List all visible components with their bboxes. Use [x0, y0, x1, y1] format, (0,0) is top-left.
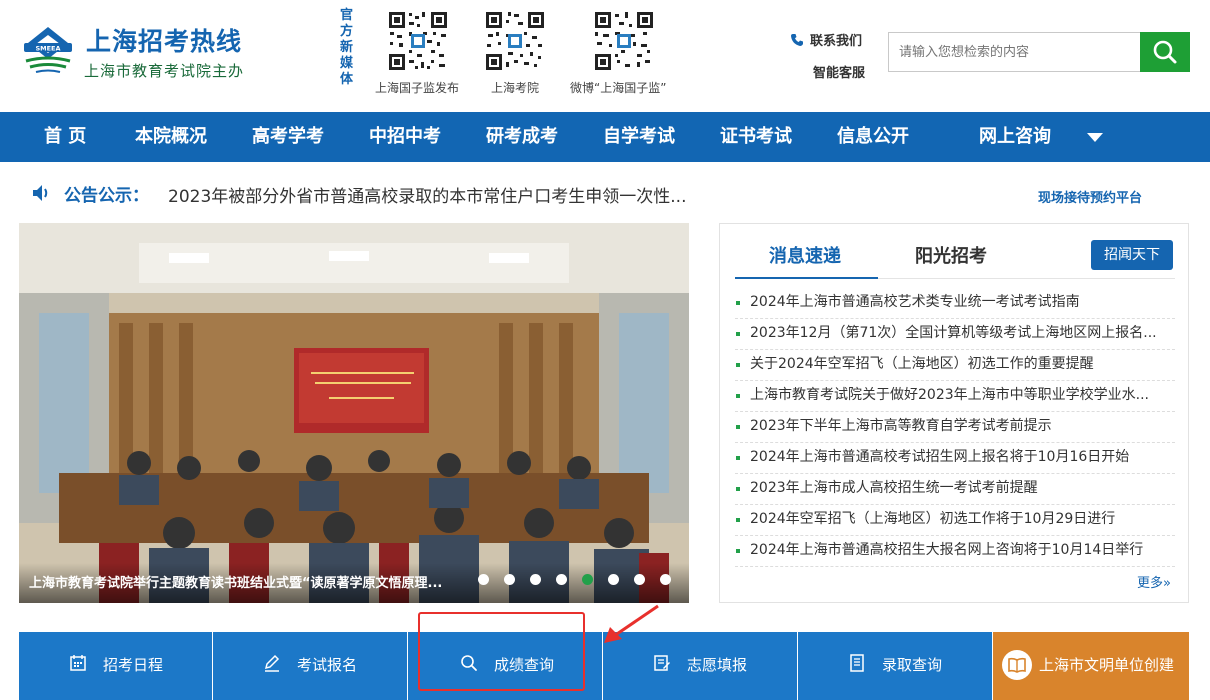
notice-link[interactable]: 2023年被部分外省市普通高校录取的本市常住户口考生申领一次性... [168, 182, 713, 207]
more-news-link[interactable]: 更多» [1137, 572, 1171, 591]
news-slider[interactable]: 上海市教育考试院举行主题教育读书班结业式暨“读原著学原文悟原理... [19, 223, 689, 603]
main-nav: 首 页 本院概况 高考学考 中招中考 研考成考 自学考试 证书考试 信息公开 网… [0, 112, 1210, 162]
book-icon [1002, 650, 1032, 680]
schedule-button[interactable]: 招考日程 [19, 632, 212, 700]
admission-query-label: 录取查询 [882, 656, 943, 674]
nav-dropdown-icon[interactable] [1087, 133, 1103, 142]
site-title[interactable]: 上海招考热线 [86, 22, 242, 58]
nav-online-consult[interactable]: 网上咨询 [979, 112, 1051, 162]
nav-gaokao[interactable]: 高考学考 [252, 112, 324, 162]
search-button[interactable] [1140, 32, 1190, 72]
search-input[interactable] [888, 32, 1140, 72]
register-label: 考试报名 [297, 656, 358, 674]
official-media-label: 官方新媒体 [340, 8, 354, 87]
search-icon [1153, 40, 1177, 64]
news-item[interactable]: 上海市教育考试院关于做好2023年上海市中等职业学校学业水... [735, 381, 1175, 412]
arrow-pointer-icon [604, 604, 659, 643]
document-icon [850, 654, 864, 672]
register-button[interactable]: 考试报名 [213, 632, 407, 700]
slider-dot[interactable] [634, 574, 645, 585]
phone-icon [791, 34, 803, 46]
notice-label: 公告公示： [64, 186, 149, 206]
qr-caption-3: 微博“上海国子监” [570, 81, 667, 95]
smeea-logo-icon[interactable]: SMEEA [20, 25, 76, 77]
nav-zhongkao[interactable]: 中招中考 [369, 112, 441, 162]
nav-self-study[interactable]: 自学考试 [603, 112, 675, 162]
pen-icon [264, 654, 280, 672]
appointment-platform-link[interactable]: 现场接待预约平台 [1038, 187, 1142, 206]
qr-caption-2: 上海考院 [491, 81, 540, 95]
nav-about[interactable]: 本院概况 [135, 112, 207, 162]
speaker-icon [33, 185, 48, 201]
news-item[interactable]: 2024年上海市普通高校招生大报名网上咨询将于10月14日举行 [735, 536, 1175, 567]
zhaowen-button[interactable]: 招闻天下 [1091, 240, 1173, 270]
qr-code-icon [387, 10, 449, 72]
notice-bar: 公告公示： 2023年被部分外省市普通高校录取的本市常住户口考生申领一次性...… [0, 170, 1210, 216]
news-item[interactable]: 2023年12月（第71次）全国计算机等级考试上海地区网上报名... [735, 319, 1175, 350]
nav-certificate[interactable]: 证书考试 [720, 112, 792, 162]
news-item[interactable]: 2024年空军招飞（上海地区）初选工作将于10月29日进行 [735, 505, 1175, 536]
slider-dot-active[interactable] [582, 574, 593, 585]
site-subtitle: 上海市教育考试院主办 [84, 62, 245, 80]
logo-text: SMEEA [35, 45, 60, 53]
slider-dot[interactable] [530, 574, 541, 585]
qr-code-icon [484, 10, 546, 72]
slider-dot[interactable] [660, 574, 671, 585]
news-item[interactable]: 2024年上海市普通高校艺术类专业统一考试考试指南 [735, 288, 1175, 319]
contact-us-link[interactable]: 联系我们 [790, 30, 862, 49]
slider-dot[interactable] [478, 574, 489, 585]
news-list: 2024年上海市普通高校艺术类专业统一考试考试指南 2023年12月（第71次）… [735, 288, 1175, 567]
active-tab-indicator [735, 277, 878, 279]
calendar-icon [70, 655, 86, 671]
tab-sunshine-admission[interactable]: 阳光招考 [915, 242, 987, 268]
form-edit-icon [654, 655, 670, 671]
news-panel: 消息速递 阳光招考 招闻天下 2024年上海市普通高校艺术类专业统一考试考试指南… [719, 223, 1189, 603]
civilization-unit-label: 上海市文明单位创建 [1039, 656, 1175, 674]
contact-us-label: 联系我们 [810, 34, 863, 49]
slider-dot[interactable] [556, 574, 567, 585]
news-item[interactable]: 2023年上海市成人高校招生统一考试考前提醒 [735, 474, 1175, 505]
volunteer-label: 志愿填报 [687, 656, 748, 674]
slider-caption[interactable]: 上海市教育考试院举行主题教育读书班结业式暨“读原著学原文悟原理... [29, 572, 479, 591]
news-item[interactable]: 关于2024年空军招飞（上海地区）初选工作的重要提醒 [735, 350, 1175, 381]
admission-query-button[interactable]: 录取查询 [798, 632, 992, 700]
news-item[interactable]: 2023年下半年上海市高等教育自学考试考前提示 [735, 412, 1175, 443]
slider-dot[interactable] [608, 574, 619, 585]
nav-info-public[interactable]: 信息公开 [837, 112, 909, 162]
qr-code-icon [593, 10, 655, 72]
highlight-box [418, 612, 585, 691]
slider-dot[interactable] [504, 574, 515, 585]
nav-home[interactable]: 首 页 [44, 112, 86, 162]
news-item[interactable]: 2024年上海市普通高校考试招生网上报名将于10月16日开始 [735, 443, 1175, 474]
schedule-label: 招考日程 [103, 656, 164, 674]
meeting-photo [19, 223, 689, 603]
site-header: SMEEA 上海招考热线 上海市教育考试院主办 官方新媒体 上海国子监发布 上海… [0, 0, 1210, 112]
smart-service-link[interactable]: 智能客服 [813, 62, 865, 81]
nav-yankao[interactable]: 研考成考 [486, 112, 558, 162]
tab-news-express[interactable]: 消息速递 [769, 242, 841, 268]
civilization-unit-button[interactable]: 上海市文明单位创建 [993, 632, 1189, 700]
qr-caption-1: 上海国子监发布 [375, 81, 460, 95]
